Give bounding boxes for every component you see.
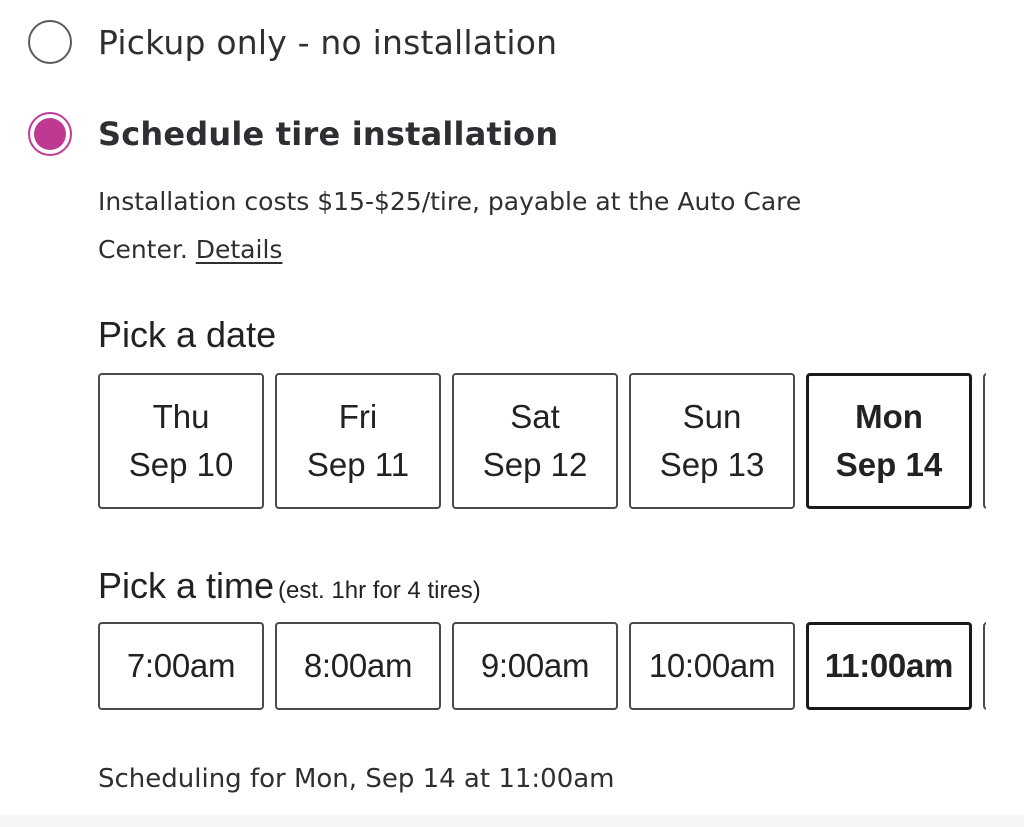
- date-cards: Thu Sep 10 Fri Sep 11 Sat Sep 12 Sun Sep 13 Mon S…: [98, 373, 986, 509]
- radio-unchecked-icon[interactable]: [28, 20, 72, 64]
- bottom-band: [0, 815, 1024, 827]
- time-picker-row[interactable]: 7:00am 8:00am 9:00am 10:00am 11:00am: [98, 622, 986, 710]
- time-option[interactable]: 9:00am: [452, 622, 618, 710]
- date-option-day: Fri: [338, 398, 378, 435]
- scheduling-summary: Scheduling for Mon, Sep 14 at 11:00am: [98, 764, 615, 794]
- date-picker-row[interactable]: Thu Sep 10 Fri Sep 11 Sat Sep 12 Sun Sep 13 Mon S…: [98, 373, 986, 509]
- pick-time-subtitle: (est. 1hr for 4 tires): [278, 577, 481, 604]
- date-option[interactable]: Mon Sep 14: [806, 373, 972, 509]
- time-option-label: 7:00am: [126, 647, 236, 684]
- schedule-installation-label: Schedule tire installation: [98, 115, 559, 153]
- date-option-date: Sep 11: [306, 446, 410, 483]
- pickup-only-label: Pickup only - no installation: [98, 22, 558, 62]
- date-option-date: Sep 10: [128, 446, 234, 483]
- pick-time-heading: Pick a time (est. 1hr for 4 tires): [98, 565, 481, 607]
- pick-date-heading: Pick a date: [98, 314, 277, 355]
- time-option-label: 11:00am: [824, 647, 954, 684]
- time-option-label: 8:00am: [303, 647, 413, 684]
- date-option[interactable]: [983, 373, 986, 509]
- radio-checked-icon[interactable]: [28, 112, 72, 156]
- date-option-date: Sep 12: [482, 446, 588, 483]
- schedule-installation-option[interactable]: Schedule tire installation: [28, 112, 558, 156]
- date-option-day: Mon: [855, 398, 923, 435]
- time-option-label: 9:00am: [480, 647, 590, 684]
- time-option[interactable]: [983, 622, 986, 710]
- time-option[interactable]: 8:00am: [275, 622, 441, 710]
- time-option[interactable]: 7:00am: [98, 622, 264, 710]
- installation-cost-description: Installation costs $15-$25/tire, payable…: [98, 178, 818, 274]
- date-option[interactable]: Thu Sep 10: [98, 373, 264, 509]
- date-option[interactable]: Fri Sep 11: [275, 373, 441, 509]
- details-link[interactable]: Details: [196, 235, 283, 264]
- date-option-date: Sep 14: [835, 446, 943, 483]
- date-option-day: Sun: [682, 398, 742, 435]
- time-cards: 7:00am 8:00am 9:00am 10:00am 11:00am: [98, 622, 986, 710]
- date-option[interactable]: Sun Sep 13: [629, 373, 795, 509]
- time-option-label: 10:00am: [648, 647, 776, 684]
- pickup-only-option[interactable]: Pickup only - no installation: [28, 20, 557, 64]
- date-option-day: Thu: [152, 398, 210, 435]
- date-option-day: Sat: [510, 398, 560, 435]
- pick-time-title: Pick a time: [98, 565, 275, 606]
- time-option[interactable]: 11:00am: [806, 622, 972, 710]
- time-option[interactable]: 10:00am: [629, 622, 795, 710]
- date-option[interactable]: Sat Sep 12: [452, 373, 618, 509]
- date-option-date: Sep 13: [659, 446, 765, 483]
